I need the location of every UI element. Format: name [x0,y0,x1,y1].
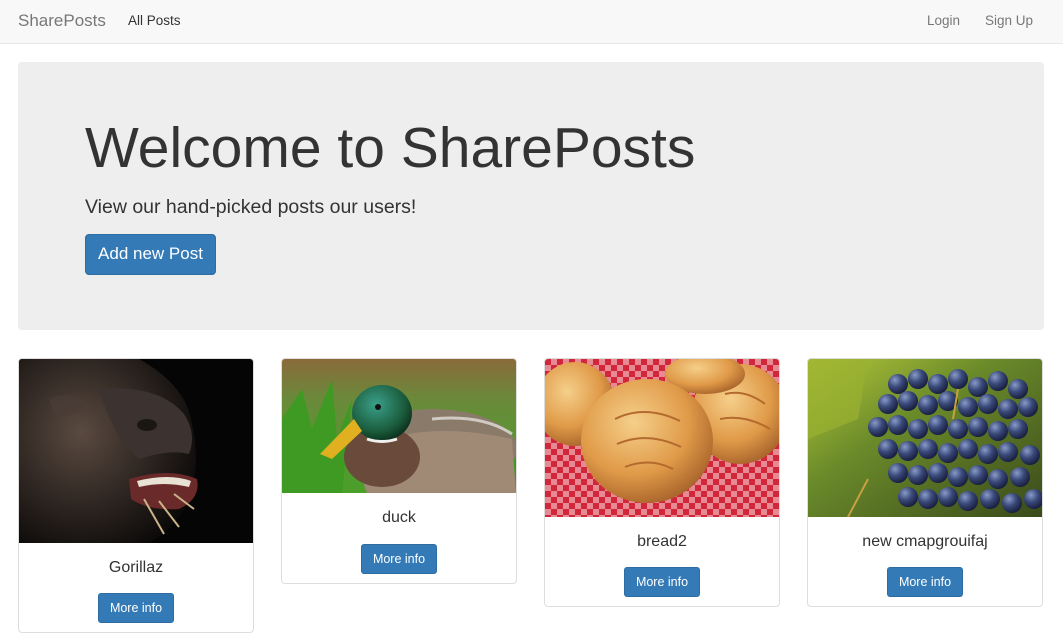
post-image-bread[interactable] [545,359,779,517]
brand-link[interactable]: SharePosts [18,11,106,31]
post-image-grapes[interactable] [808,359,1042,517]
post-title: bread2 [637,533,687,550]
post-image-duck[interactable] [282,359,516,493]
navbar: SharePosts All Posts Login Sign Up [0,0,1063,44]
post-title: new cmapgrouifaj [862,533,988,550]
post-image-gorilla[interactable] [19,359,253,543]
post-title: duck [382,509,416,526]
more-info-button[interactable]: More info [887,567,963,597]
more-info-button[interactable]: More info [98,593,174,623]
more-info-button[interactable]: More info [624,567,700,597]
nav-login-link[interactable]: Login [927,13,960,28]
nav-signup-link[interactable]: Sign Up [985,13,1033,28]
page-lead: View our hand-picked posts our users! [85,196,417,218]
post-card: new cmapgrouifaj More info [807,358,1043,607]
jumbotron: Welcome to SharePosts View our hand-pick… [18,62,1044,330]
post-card: bread2 More info [544,358,780,607]
post-card: Gorillaz More info [18,358,254,633]
page-title: Welcome to SharePosts [85,116,696,180]
add-post-button[interactable]: Add new Post [85,234,216,275]
nav-all-posts-link[interactable]: All Posts [128,13,181,28]
more-info-button[interactable]: More info [361,544,437,574]
post-card: duck More info [281,358,517,584]
post-title: Gorillaz [108,559,164,576]
